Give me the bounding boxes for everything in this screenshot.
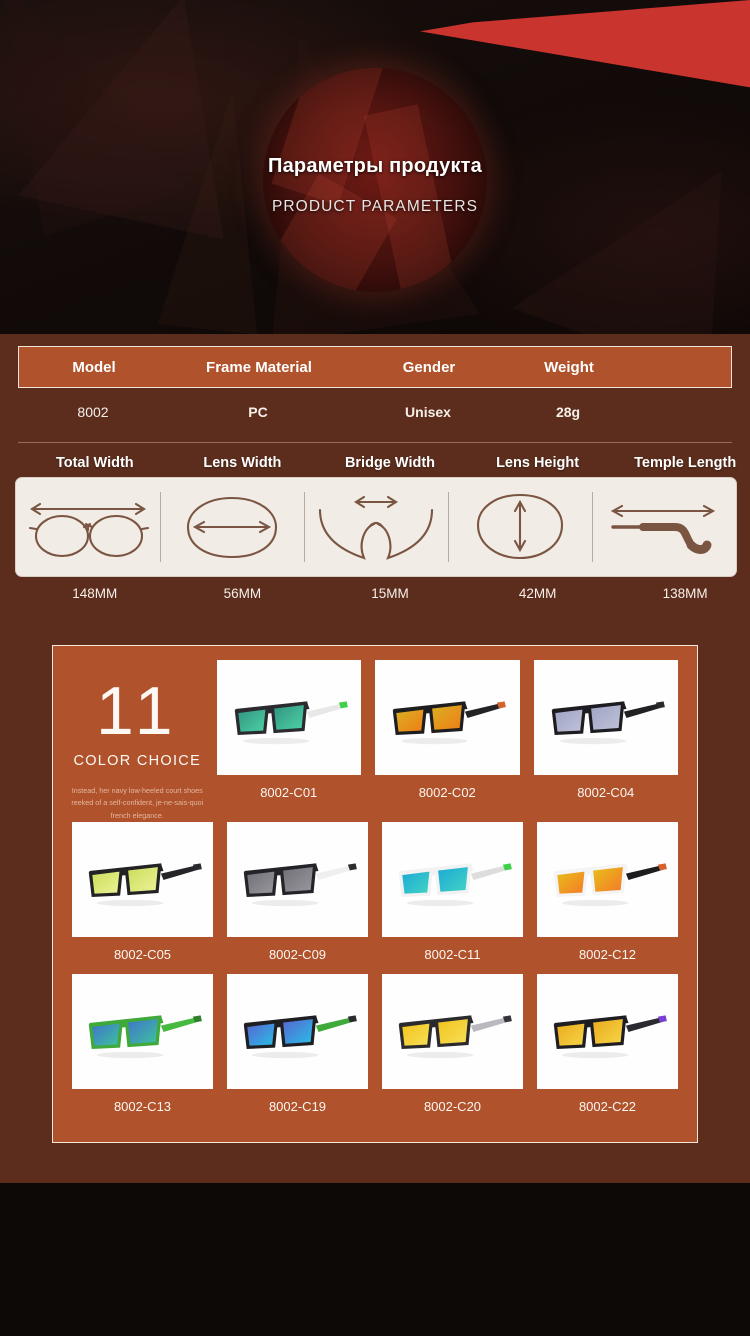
color-tile-label: 8002-C01 <box>260 785 318 800</box>
hero-text-group: Параметры продукта PRODUCT PARAMETERS <box>0 0 750 334</box>
color-tile[interactable]: 8002-C04 <box>533 660 678 822</box>
lens-width-icon <box>160 478 304 576</box>
color-tile[interactable]: 8002-C19 <box>227 974 368 1126</box>
color-tile[interactable]: 8002-C02 <box>375 660 520 822</box>
color-tile[interactable]: 8002-C09 <box>227 822 368 974</box>
spec-table-value-row: 8002 PC Unisex 28g <box>18 388 732 436</box>
color-tile-label: 8002-C13 <box>113 1099 172 1115</box>
temple-length-icon <box>592 478 736 576</box>
sunglasses-thumbnail <box>537 974 678 1090</box>
color-choice-lead: 11 COLOR CHOICE Instead, her navy low-he… <box>65 660 210 822</box>
dimension-header-row: Total Width Lens Width Bridge Width Lens… <box>15 455 750 471</box>
product-parameters-page: Параметры продукта PRODUCT PARAMETERS Mo… <box>0 0 750 1336</box>
color-row-2: 8002-C05 8002-C09 8002-C11 8002-C12 <box>65 822 685 974</box>
spec-value-gender: Unisex <box>405 404 451 420</box>
dimension-header-lens-height: Lens Height <box>496 455 580 471</box>
color-tile-label: 8002-C12 <box>578 947 637 963</box>
sunglasses-thumbnail <box>227 822 368 938</box>
dimension-header-lens-width: Lens Width <box>203 455 282 471</box>
sunglasses-thumbnail <box>537 822 678 938</box>
dimension-value-lens-height: 42MM <box>518 586 557 601</box>
color-tile-label: 8002-C02 <box>418 785 476 800</box>
dimension-header-total-width: Total Width <box>55 455 134 471</box>
dimension-value-total-width: 148MM <box>72 586 118 601</box>
section-divider <box>18 442 732 443</box>
hero-subtitle: PRODUCT PARAMETERS <box>271 198 479 215</box>
color-row-3: 8002-C13 8002-C19 8002-C20 8002-C22 <box>65 974 685 1126</box>
color-tile[interactable]: 8002-C20 <box>382 974 523 1126</box>
color-choice-section: 11 COLOR CHOICE Instead, her navy low-he… <box>0 627 750 1184</box>
dimension-value-bridge-width: 15MM <box>371 586 409 601</box>
color-choice-panel: 11 COLOR CHOICE Instead, her navy low-he… <box>52 645 698 1144</box>
sunglasses-thumbnail <box>375 660 520 775</box>
color-tile-label: 8002-C19 <box>268 1099 327 1115</box>
hero-banner: Параметры продукта PRODUCT PARAMETERS <box>0 0 750 334</box>
color-tile-label: 8002-C05 <box>113 947 172 963</box>
spec-value-frame-material: PC <box>248 404 268 420</box>
spec-header-frame-material: Frame Material <box>206 358 312 376</box>
color-tile[interactable]: 8002-C22 <box>537 974 678 1126</box>
dimension-value-lens-width: 56MM <box>223 586 262 601</box>
color-choice-description: Instead, her navy low-heeled court shoes… <box>71 785 204 820</box>
sunglasses-thumbnail <box>216 660 361 775</box>
color-tile-label: 8002-C04 <box>577 785 635 800</box>
hero-title: Параметры продукта <box>268 155 482 177</box>
sunglasses-thumbnail <box>382 822 523 938</box>
total-width-icon <box>16 478 160 576</box>
sunglasses-thumbnail <box>72 822 213 938</box>
dimension-header-temple-length: Temple Length <box>634 455 737 471</box>
dimension-icon-box <box>15 477 737 577</box>
spec-band: Model Frame Material Gender Weight 8002 … <box>0 334 750 1184</box>
dimension-value-row: 148MM 56MM 15MM 42MM 138MM <box>15 586 750 601</box>
spec-value-model: 8002 <box>77 404 109 420</box>
lens-height-icon <box>448 478 592 576</box>
color-row-1: 11 COLOR CHOICE Instead, her navy low-he… <box>65 660 685 822</box>
color-tile-label: 8002-C09 <box>268 947 327 963</box>
spec-header-gender: Gender <box>402 358 456 376</box>
sunglasses-thumbnail <box>382 974 523 1090</box>
color-tile[interactable]: 8002-C12 <box>537 822 678 974</box>
dimension-value-temple-length: 138MM <box>662 586 708 601</box>
sunglasses-thumbnail <box>72 974 213 1090</box>
color-tile-label: 8002-C11 <box>424 947 481 963</box>
color-tile[interactable]: 8002-C05 <box>72 822 213 974</box>
color-count: 11 <box>95 673 179 749</box>
color-tile[interactable]: 8002-C01 <box>216 660 361 822</box>
dimension-header-bridge-width: Bridge Width <box>344 455 436 471</box>
color-tile[interactable]: 8002-C11 <box>382 822 523 974</box>
spec-value-weight: 28g <box>555 404 581 420</box>
spec-header-weight: Weight <box>544 358 594 376</box>
bridge-width-icon <box>304 478 448 576</box>
color-tile[interactable]: 8002-C13 <box>72 974 213 1126</box>
color-tile-label: 8002-C20 <box>423 1099 482 1115</box>
color-tile-label: 8002-C22 <box>578 1099 637 1115</box>
color-choice-label: COLOR CHOICE <box>73 752 202 769</box>
spec-table-header-row: Model Frame Material Gender Weight <box>18 346 732 388</box>
sunglasses-thumbnail <box>533 660 678 775</box>
spec-header-model: Model <box>72 358 116 376</box>
sunglasses-thumbnail <box>227 974 368 1090</box>
